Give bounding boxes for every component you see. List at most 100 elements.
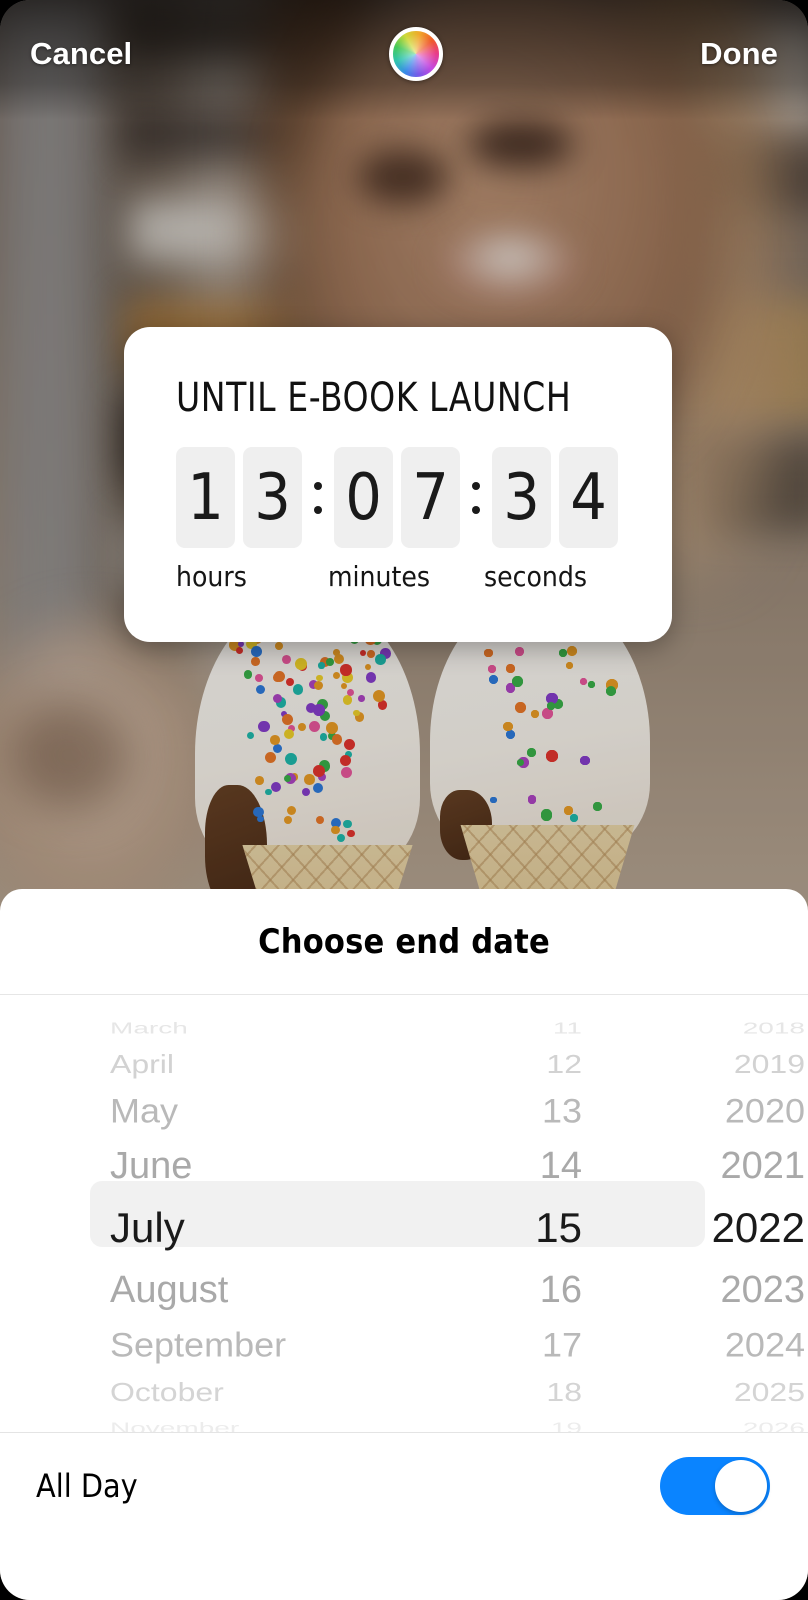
- sprinkle: [340, 766, 352, 778]
- picker-month-value: September: [110, 1325, 287, 1364]
- sprinkle: [336, 833, 346, 842]
- picker-day-value: 11: [552, 1019, 582, 1037]
- sprinkle: [514, 702, 526, 714]
- top-bar: Cancel Done: [0, 0, 808, 108]
- countdown-seconds-digit-2: 4: [559, 447, 618, 548]
- picker-row[interactable]: November 19 2026: [0, 1420, 808, 1432]
- picker-row[interactable]: April 12 2019: [0, 1047, 808, 1081]
- sprinkle: [605, 685, 616, 696]
- sprinkle: [275, 642, 283, 650]
- all-day-row[interactable]: All Day: [0, 1433, 808, 1538]
- sprinkle: [367, 650, 375, 658]
- countdown-seconds-digit-1: 3: [492, 447, 551, 548]
- picker-row[interactable]: August 16 2023: [0, 1261, 808, 1319]
- picker-row[interactable]: March 11 2018: [0, 1020, 808, 1037]
- sprinkle: [332, 671, 341, 679]
- sprinkle: [251, 657, 260, 666]
- sprinkle: [270, 781, 281, 792]
- picker-year-value: 2023: [720, 1268, 805, 1311]
- sprinkle: [527, 795, 537, 804]
- sprinkle: [488, 664, 497, 673]
- countdown-seconds-label: seconds: [484, 560, 587, 593]
- picker-row[interactable]: October 18 2025: [0, 1375, 808, 1409]
- photo-blur-shape: [440, 230, 580, 300]
- picker-year-value: 2021: [720, 1144, 805, 1187]
- countdown-separator-1: [302, 481, 334, 514]
- countdown-sticker[interactable]: UNTIL E-BOOK LAUNCH 1 3 0 7 3 4 hours mi…: [124, 327, 672, 642]
- picker-year-value: 2025: [733, 1377, 805, 1406]
- sheet-title: Choose end date: [258, 921, 550, 962]
- color-wheel-icon[interactable]: [389, 27, 444, 81]
- picker-rows[interactable]: March 11 2018 April 12 2019 May 13 2020 June 14 202…: [0, 995, 808, 1432]
- sprinkle: [546, 702, 555, 711]
- all-day-toggle[interactable]: [660, 1456, 770, 1515]
- sprinkle: [316, 674, 323, 682]
- countdown-hours-digit-2: 3: [243, 447, 302, 548]
- sprinkle: [292, 684, 303, 695]
- cancel-button[interactable]: Cancel: [30, 36, 132, 72]
- sprinkle: [588, 680, 596, 688]
- sprinkle: [347, 688, 355, 696]
- choose-end-date-sheet: Choose end date March 11 2018 April 12 2019 Ma…: [0, 889, 808, 1600]
- sprinkle: [270, 735, 280, 745]
- countdown-hours-group: 1 3: [176, 447, 302, 548]
- sprinkle: [569, 813, 579, 823]
- sprinkle: [365, 672, 377, 683]
- sprinkle: [331, 825, 340, 835]
- sprinkle: [546, 749, 559, 762]
- sprinkle: [273, 673, 282, 683]
- picker-row-selected[interactable]: July 15 2022: [0, 1195, 808, 1261]
- sprinkle: [506, 663, 515, 673]
- sprinkle: [325, 657, 334, 666]
- picker-month-value: October: [110, 1377, 224, 1406]
- sprinkle: [313, 704, 325, 716]
- photo-blur-shape: [468, 120, 573, 168]
- countdown-labels-row: hours minutes seconds: [176, 560, 620, 600]
- picker-day-value: 16: [539, 1268, 582, 1311]
- countdown-minutes-label: minutes: [328, 560, 430, 593]
- sprinkle: [340, 664, 352, 676]
- sprinkle: [319, 733, 328, 741]
- picker-row[interactable]: June 14 2021: [0, 1137, 808, 1195]
- sprinkle: [343, 819, 352, 829]
- sprinkle: [326, 721, 339, 734]
- picker-year-value: 2018: [742, 1019, 805, 1037]
- picker-day-value: 15: [535, 1204, 582, 1251]
- sprinkle: [255, 776, 264, 785]
- sprinkle: [243, 670, 252, 679]
- sprinkle: [540, 809, 553, 821]
- sprinkle: [342, 695, 353, 705]
- sprinkle: [304, 774, 315, 785]
- sprinkle: [503, 721, 513, 732]
- countdown-separator-2: [460, 481, 492, 514]
- sprinkle: [285, 752, 297, 765]
- picker-year-value: 2024: [724, 1325, 805, 1364]
- sprinkle: [309, 720, 321, 732]
- sprinkle: [353, 709, 360, 716]
- picker-day-value: 18: [546, 1377, 582, 1406]
- done-button[interactable]: Done: [700, 36, 778, 72]
- photo-blur-shape: [358, 150, 448, 204]
- countdown-minutes-digit-2: 7: [401, 447, 460, 548]
- countdown-minutes-group: 0 7: [334, 447, 460, 548]
- sprinkle: [347, 829, 355, 838]
- sprinkle: [511, 675, 523, 687]
- picker-day-value: 14: [539, 1144, 582, 1187]
- sprinkle: [514, 646, 524, 656]
- sprinkle: [527, 748, 536, 757]
- picker-row[interactable]: September 17 2024: [0, 1321, 808, 1370]
- sprinkle: [318, 662, 325, 669]
- date-picker[interactable]: March 11 2018 April 12 2019 May 13 2020 June 14 202…: [0, 995, 808, 1432]
- picker-row[interactable]: May 13 2020: [0, 1087, 808, 1136]
- sprinkle: [593, 802, 602, 811]
- sprinkle: [505, 730, 515, 740]
- picker-month-value: April: [110, 1049, 175, 1078]
- sprinkle: [530, 710, 539, 719]
- sprinkle: [294, 657, 307, 670]
- countdown-minutes-digit-1: 0: [334, 447, 393, 548]
- sprinkle: [558, 649, 567, 658]
- countdown-digits-row: 1 3 0 7 3 4: [176, 447, 620, 548]
- sprinkle: [272, 744, 282, 754]
- phone-screen: Cancel Done UNTIL E-BOOK LAUNCH 1 3 0 7 …: [0, 0, 808, 1600]
- all-day-toggle-knob: [715, 1459, 767, 1512]
